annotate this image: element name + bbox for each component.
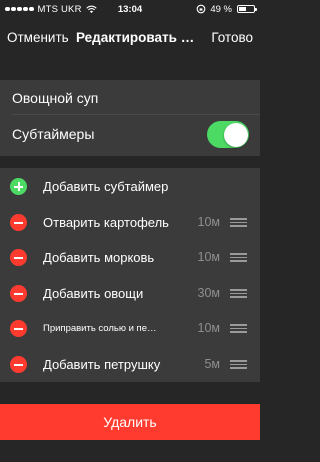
subtimer-row[interactable]: Добавить морковь 10м xyxy=(0,240,260,275)
delete-icon[interactable] xyxy=(10,214,27,231)
navigation-bar: Отменить Редактировать таймер Готово xyxy=(0,18,260,56)
page-title: Редактировать таймер xyxy=(76,29,198,45)
subtimer-duration: 10м xyxy=(197,321,221,335)
subtimer-duration: 30м xyxy=(197,286,221,300)
reorder-handle-icon[interactable] xyxy=(230,218,247,227)
subtimer-label: Отварить картофель xyxy=(43,215,169,230)
subtimer-row[interactable]: Добавить петрушку 5м xyxy=(0,347,260,382)
subtimer-row[interactable]: Приправить солью и перцем 10м xyxy=(0,311,260,346)
status-bar: MTS UKR 13:04 49 % xyxy=(0,0,260,18)
reorder-handle-icon[interactable] xyxy=(230,289,247,298)
cancel-button[interactable]: Отменить xyxy=(7,30,69,45)
add-subtimer-row[interactable]: Добавить субтаймер xyxy=(0,169,260,204)
clock: 13:04 xyxy=(117,4,143,15)
subtimer-label: Добавить петрушку xyxy=(43,357,161,372)
subtimers-label: Субтаймеры xyxy=(12,126,95,142)
subtimers-toggle[interactable] xyxy=(207,121,249,148)
timer-name-field[interactable]: Овощной суп xyxy=(12,90,98,106)
subtimer-label: Приправить солью и перцем xyxy=(43,323,160,334)
add-subtimer-label: Добавить субтаймер xyxy=(43,179,169,194)
divider xyxy=(12,114,260,115)
reorder-handle-icon[interactable] xyxy=(230,253,247,262)
battery-icon xyxy=(237,5,257,13)
subtimer-duration: 10м xyxy=(197,250,221,264)
subtimer-duration: 5м xyxy=(204,357,220,371)
subtimer-row[interactable]: Отварить картофель 10м xyxy=(0,205,260,240)
delete-icon[interactable] xyxy=(10,249,27,266)
subtimer-label: Добавить овощи xyxy=(43,286,144,301)
reorder-handle-icon[interactable] xyxy=(230,324,247,333)
subtimer-row[interactable]: Добавить овощи 30м xyxy=(0,276,260,311)
bottom-spacer xyxy=(0,440,260,462)
subtimer-label: Добавить морковь xyxy=(43,250,155,265)
delete-icon[interactable] xyxy=(10,320,27,337)
subtimer-duration: 10м xyxy=(197,215,221,229)
delete-timer-button[interactable]: Удалить xyxy=(0,404,260,440)
done-button[interactable]: Готово xyxy=(211,30,253,45)
reorder-handle-icon[interactable] xyxy=(230,360,247,369)
toggle-knob xyxy=(223,122,248,147)
add-icon[interactable] xyxy=(10,178,27,195)
delete-icon[interactable] xyxy=(10,356,27,373)
delete-icon[interactable] xyxy=(10,285,27,302)
